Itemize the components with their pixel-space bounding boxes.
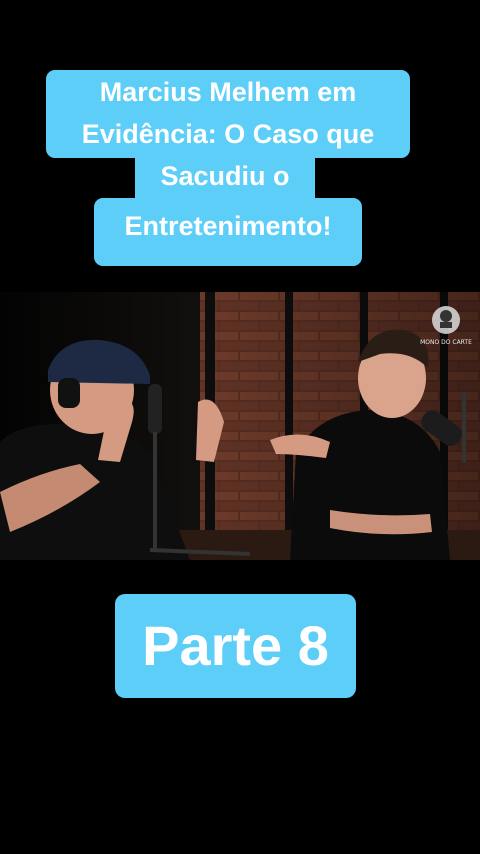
title-line-3: Sacudiu o — [135, 156, 315, 200]
title-line-1: Marcius Melhem em — [46, 70, 410, 114]
video-frame[interactable]: MONO DO CARTE — [0, 292, 480, 560]
title-line-2: Evidência: O Caso que — [46, 112, 410, 158]
title-line-4: Entretenimento! — [94, 198, 362, 266]
logo-text: MONO DO CARTE — [420, 339, 472, 346]
podcast-scene: MONO DO CARTE — [0, 292, 480, 560]
part-label: Parte 8 — [115, 594, 356, 698]
